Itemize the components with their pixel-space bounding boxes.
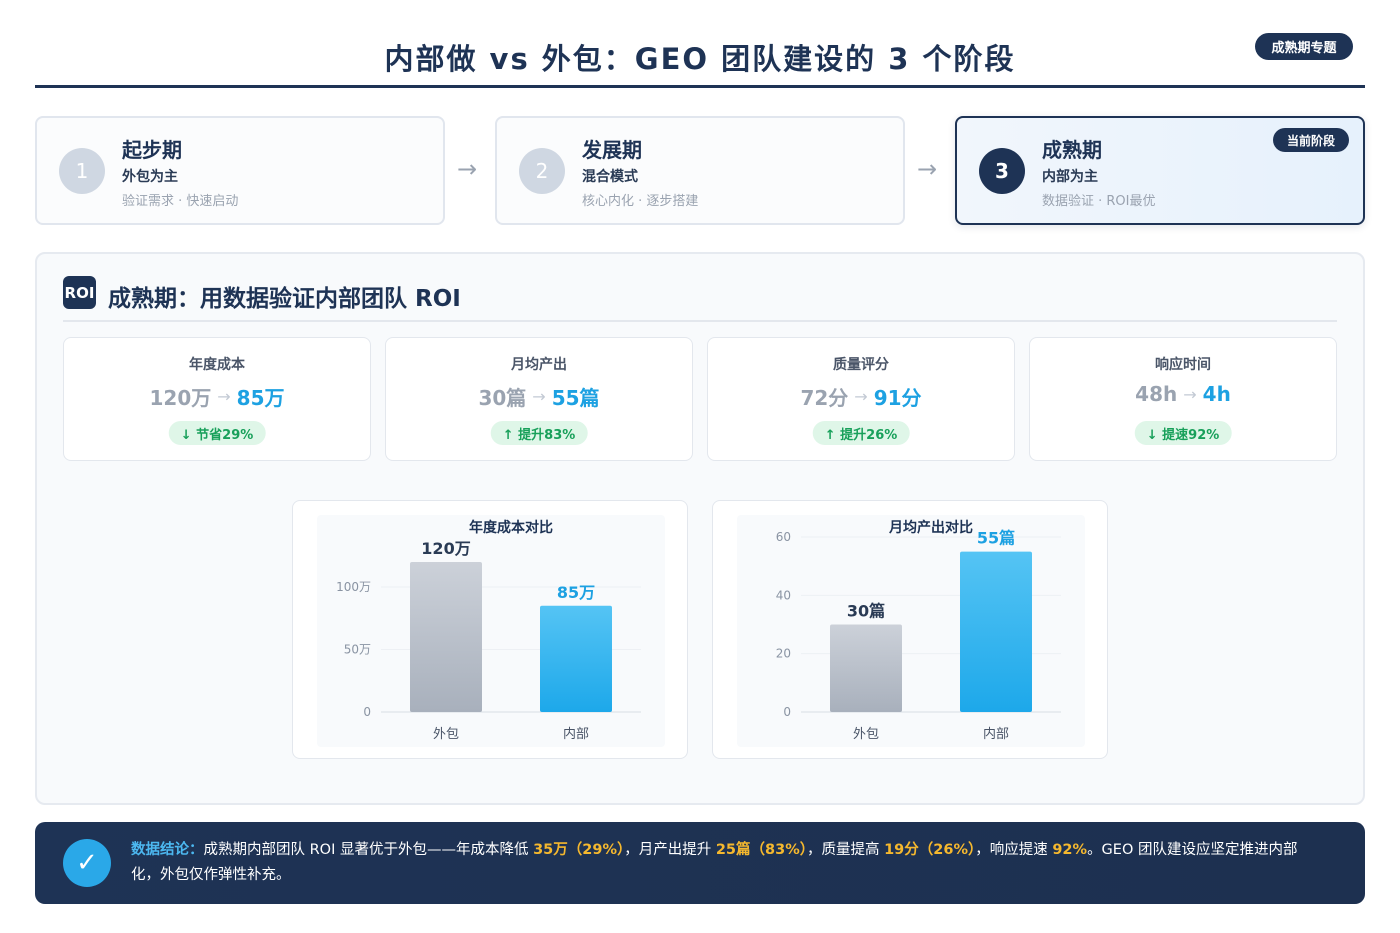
metric-card-output: 月均产出 30篇 → 55篇 ↑ 提升83% bbox=[385, 337, 693, 461]
conclusion-lead: 数据结论： bbox=[131, 842, 204, 858]
metric-new-value: 55篇 bbox=[551, 386, 600, 410]
y-tick-label: 60 bbox=[776, 530, 791, 544]
arrow-right-icon: → bbox=[532, 387, 546, 406]
stage-number: 1 bbox=[59, 148, 105, 194]
conclusion-highlight: 35万（29%） bbox=[533, 842, 625, 858]
conclusion-banner: ✓ 数据结论：成熟期内部团队 ROI 显著优于外包——年成本降低 35万（29%… bbox=[35, 822, 1365, 904]
bar-1 bbox=[540, 605, 612, 712]
conclusion-text: 数据结论：成熟期内部团队 ROI 显著优于外包——年成本降低 35万（29%），… bbox=[131, 838, 1321, 888]
chart-title: 月均产出对比 bbox=[888, 519, 973, 536]
metric-old-value: 30篇 bbox=[478, 386, 527, 410]
conclusion-text-part: ，质量提高 bbox=[806, 842, 885, 858]
chart-title: 年度成本对比 bbox=[469, 519, 553, 536]
metric-card-response: 响应时间 48h → 4h ↓ 提速92% bbox=[1029, 337, 1337, 461]
metric-new-value: 91分 bbox=[873, 386, 922, 410]
section-title: 成熟期：用数据验证内部团队 ROI bbox=[108, 286, 461, 312]
stage-number: 2 bbox=[519, 148, 565, 194]
stage-description: 数据验证 · ROI最优 bbox=[1042, 194, 1156, 209]
stage-card-1: 1 起步期 外包为主 验证需求 · 快速启动 bbox=[35, 116, 445, 225]
conclusion-text-part: ，月产出提升 bbox=[624, 842, 716, 858]
metric-values: 72分 → 91分 bbox=[708, 382, 1014, 411]
metric-label: 质量评分 bbox=[833, 357, 889, 373]
y-tick-label: 0 bbox=[363, 705, 371, 719]
title-divider bbox=[35, 85, 1365, 88]
metric-change-badge: ↑ 提升83% bbox=[490, 421, 588, 445]
stage-description: 验证需求 · 快速启动 bbox=[122, 194, 239, 209]
arrow-right-icon: → bbox=[1183, 384, 1197, 404]
y-tick-label: 40 bbox=[776, 588, 791, 602]
bar-data-label: 120万 bbox=[421, 539, 470, 558]
metric-label: 响应时间 bbox=[1155, 357, 1211, 373]
cost-bar-chart: 0 50万 100万 年度成本对比 120万外包 85万内部 bbox=[317, 515, 665, 747]
check-icon: ✓ bbox=[63, 839, 111, 887]
x-tick-label: 内部 bbox=[983, 726, 1009, 742]
metric-old-value: 48h bbox=[1135, 382, 1178, 406]
conclusion-text-part: 成熟期内部团队 ROI 显著优于外包——年成本降低 bbox=[203, 842, 534, 858]
arrow-right-icon: → bbox=[854, 387, 868, 406]
arrow-right-icon: → bbox=[457, 155, 478, 183]
metric-old-value: 120万 bbox=[149, 386, 212, 410]
metric-values: 120万 → 85万 bbox=[64, 382, 370, 411]
current-stage-badge: 当前阶段 bbox=[1273, 128, 1349, 152]
metric-values: 30篇 → 55篇 bbox=[386, 382, 692, 411]
bar-0 bbox=[410, 562, 482, 712]
section-divider bbox=[63, 320, 1337, 322]
metric-change-badge: ↑ 提升26% bbox=[812, 421, 910, 445]
bar-data-label: 55篇 bbox=[977, 529, 1015, 548]
metric-change-badge: ↓ 节省29% bbox=[168, 421, 266, 445]
x-tick-label: 外包 bbox=[853, 727, 879, 742]
stage-number: 3 bbox=[979, 148, 1025, 194]
stage-name: 起步期 bbox=[122, 138, 182, 162]
roi-panel bbox=[35, 252, 1365, 805]
stage-description: 核心内化 · 逐步搭建 bbox=[582, 194, 699, 209]
x-tick-label: 外包 bbox=[433, 727, 459, 742]
stage-name: 发展期 bbox=[582, 138, 642, 162]
metric-values: 48h → 4h bbox=[1030, 382, 1336, 406]
bar-data-label: 85万 bbox=[557, 583, 595, 602]
arrow-right-icon: → bbox=[217, 387, 231, 406]
y-tick-label: 20 bbox=[776, 647, 791, 661]
cost-chart-card: 0 50万 100万 年度成本对比 120万外包 85万内部 bbox=[292, 500, 688, 759]
stage-mode: 混合模式 bbox=[582, 169, 638, 185]
bar-data-label: 30篇 bbox=[847, 602, 885, 621]
metric-change-badge: ↓ 提速92% bbox=[1134, 421, 1232, 445]
x-tick-label: 内部 bbox=[563, 726, 589, 742]
conclusion-highlight: 25篇（83%） bbox=[715, 842, 807, 858]
metric-card-cost: 年度成本 120万 → 85万 ↓ 节省29% bbox=[63, 337, 371, 461]
bar-0 bbox=[830, 624, 902, 712]
conclusion-text-part: ，响应提速 bbox=[975, 842, 1053, 858]
conclusion-highlight: 92% bbox=[1052, 842, 1088, 858]
stage-mode: 外包为主 bbox=[122, 169, 178, 185]
metric-card-quality: 质量评分 72分 → 91分 ↑ 提升26% bbox=[707, 337, 1015, 461]
metric-label: 年度成本 bbox=[189, 357, 245, 373]
roi-icon: ROI bbox=[63, 276, 96, 309]
metric-old-value: 72分 bbox=[800, 386, 849, 410]
output-bar-chart: 0 20 40 60 月均产出对比 30篇外包 55篇内部 bbox=[737, 515, 1085, 747]
y-tick-label: 50万 bbox=[344, 643, 371, 657]
stage-mode: 内部为主 bbox=[1042, 169, 1098, 185]
metric-new-value: 85万 bbox=[236, 386, 285, 410]
conclusion-highlight: 19分（26%） bbox=[884, 842, 976, 858]
topic-badge: 成熟期专题 bbox=[1255, 33, 1353, 60]
page-title: 内部做 vs 外包：GEO 团队建设的 3 个阶段 bbox=[384, 42, 1016, 76]
y-tick-label: 100万 bbox=[336, 580, 371, 594]
metric-label: 月均产出 bbox=[511, 357, 567, 373]
stage-card-2: 2 发展期 混合模式 核心内化 · 逐步搭建 bbox=[495, 116, 905, 225]
bar-1 bbox=[960, 551, 1032, 712]
stage-name: 成熟期 bbox=[1042, 138, 1102, 162]
output-chart-card: 0 20 40 60 月均产出对比 30篇外包 55篇内部 bbox=[712, 500, 1108, 759]
y-tick-label: 0 bbox=[783, 705, 791, 719]
arrow-right-icon: → bbox=[917, 155, 938, 183]
metric-new-value: 4h bbox=[1202, 382, 1231, 406]
stage-card-3: 3 成熟期 内部为主 数据验证 · ROI最优 当前阶段 bbox=[955, 116, 1365, 225]
